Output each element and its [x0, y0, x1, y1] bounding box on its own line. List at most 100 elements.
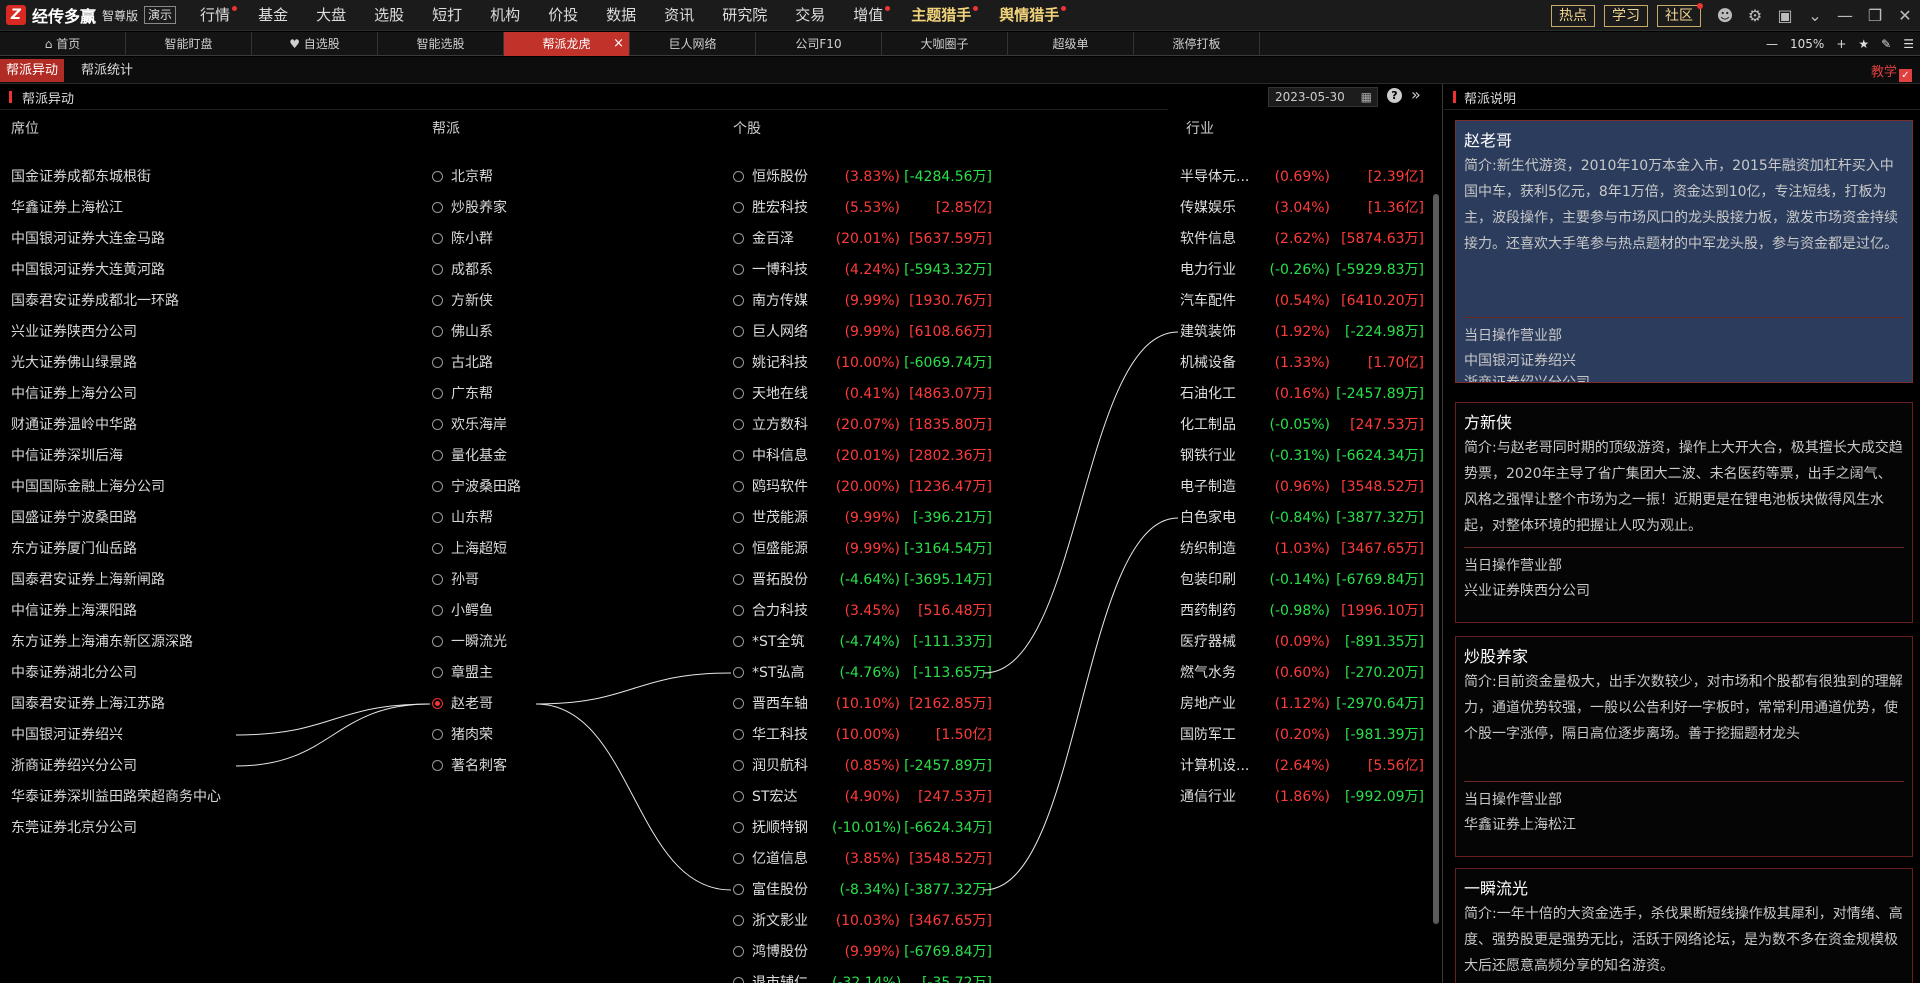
stock-row[interactable]: 胜宏科技 (5.53%) [2.85亿]: [733, 197, 992, 219]
pen-icon[interactable]: ✎: [1881, 37, 1891, 51]
industry-row[interactable]: 汽车配件 (0.54%) [6410.20万]: [1180, 290, 1424, 312]
gang-row[interactable]: 猪肉荣: [432, 724, 493, 746]
radio-button[interactable]: [432, 264, 443, 275]
tab-8[interactable]: 超级单: [1008, 32, 1134, 56]
scrollbar[interactable]: [1433, 194, 1439, 924]
menu-item-6[interactable]: 价投: [534, 0, 592, 31]
radio-button[interactable]: [733, 481, 744, 492]
industry-row[interactable]: 传媒娱乐 (3.04%) [1.36亿]: [1180, 197, 1424, 219]
radio-button[interactable]: [733, 233, 744, 244]
gang-row[interactable]: 宁波桑田路: [432, 476, 521, 498]
radio-button[interactable]: [432, 481, 443, 492]
stock-row[interactable]: 巨人网络 (9.99%) [6108.66万]: [733, 321, 992, 343]
seat-row[interactable]: 中国银河证券绍兴: [11, 724, 123, 746]
radio-button[interactable]: [432, 202, 443, 213]
menu-item-13[interactable]: 舆情猎手: [985, 0, 1073, 31]
radio-button[interactable]: [733, 853, 744, 864]
gang-row[interactable]: 赵老哥: [432, 693, 493, 715]
stock-row[interactable]: ST宏达 (4.90%) [247.53万]: [733, 786, 992, 808]
radio-button[interactable]: [733, 946, 744, 957]
radio-button[interactable]: [733, 419, 744, 430]
gang-row[interactable]: 上海超短: [432, 538, 507, 560]
tab-3[interactable]: 智能选股: [378, 32, 504, 56]
menu-item-8[interactable]: 资讯: [650, 0, 708, 31]
industry-row[interactable]: 房地产业 (1.12%) [-2970.64万]: [1180, 693, 1424, 715]
minimize-icon[interactable]: —: [1830, 0, 1860, 31]
tab-5[interactable]: 巨人网络: [630, 32, 756, 56]
radio-button[interactable]: [733, 977, 744, 983]
gang-row[interactable]: 北京帮: [432, 166, 493, 188]
menu-item-1[interactable]: 基金: [244, 0, 302, 31]
stock-row[interactable]: 鸥玛软件 (20.00%) [1236.47万]: [733, 476, 992, 498]
seat-row[interactable]: 国泰君安证券成都北一环路: [11, 290, 179, 312]
tab-close-icon[interactable]: ×: [613, 32, 624, 56]
gang-row[interactable]: 欢乐海岸: [432, 414, 507, 436]
gang-row[interactable]: 小鳄鱼: [432, 600, 493, 622]
radio-button[interactable]: [733, 822, 744, 833]
radio-button[interactable]: [733, 202, 744, 213]
stock-row[interactable]: 合力科技 (3.45%) [516.48万]: [733, 600, 992, 622]
radio-button[interactable]: [432, 574, 443, 585]
seat-row[interactable]: 国泰君安证券上海江苏路: [11, 693, 165, 715]
industry-row[interactable]: 燃气水务 (0.60%) [-270.20万]: [1180, 662, 1424, 684]
radio-button[interactable]: [432, 729, 443, 740]
seat-row[interactable]: 国泰君安证券上海新闸路: [11, 569, 165, 591]
seat-row[interactable]: 中信证券上海分公司: [11, 383, 137, 405]
seat-row[interactable]: 中国银河证券大连金马路: [11, 228, 165, 250]
demo-button[interactable]: 演示: [144, 6, 177, 24]
seat-row[interactable]: 东方证券上海浦东新区源深路: [11, 631, 193, 653]
teach-button[interactable]: 教学 ✓: [1871, 61, 1912, 82]
industry-row[interactable]: 电子制造 (0.96%) [3548.52万]: [1180, 476, 1424, 498]
seat-row[interactable]: 东方证券厦门仙岳路: [11, 538, 137, 560]
list-icon[interactable]: ☰: [1903, 37, 1914, 51]
stock-row[interactable]: 恒烁股份 (3.83%) [-4284.56万]: [733, 166, 992, 188]
op-branch-name[interactable]: 浙商证券绍兴分公司: [1464, 372, 1590, 382]
gang-row[interactable]: 著名刺客: [432, 755, 507, 777]
chevron-down-icon[interactable]: ⌄: [1800, 0, 1830, 31]
industry-row[interactable]: 计算机设... (2.64%) [5.56亿]: [1180, 755, 1424, 777]
radio-button[interactable]: [733, 264, 744, 275]
stock-row[interactable]: 润贝航科 (0.85%) [-2457.89万]: [733, 755, 992, 777]
industry-row[interactable]: 半导体元... (0.69%) [2.39亿]: [1180, 166, 1424, 188]
community-button[interactable]: 社区: [1657, 2, 1703, 27]
seat-row[interactable]: 国金证券成都东城根街: [11, 166, 151, 188]
seat-row[interactable]: 中泰证券湖北分公司: [11, 662, 137, 684]
seat-row[interactable]: 中国国际金融上海分公司: [11, 476, 165, 498]
menu-item-12[interactable]: 主题猎手: [897, 0, 985, 31]
gang-card[interactable]: 一瞬流光 简介:一年十倍的大资金选手，杀伐果断短线操作极其犀利，对情绪、高度、强势…: [1455, 868, 1913, 983]
stock-row[interactable]: 浙文影业 (10.03%) [3467.65万]: [733, 910, 992, 932]
radio-button[interactable]: [432, 357, 443, 368]
radio-button[interactable]: [733, 605, 744, 616]
menu-item-11[interactable]: 增值: [839, 0, 897, 31]
tab-2[interactable]: ♥ 自选股: [252, 32, 378, 56]
stock-row[interactable]: 姚记科技 (10.00%) [-6069.74万]: [733, 352, 992, 374]
radio-button[interactable]: [733, 791, 744, 802]
menu-item-3[interactable]: 选股: [360, 0, 418, 31]
zoom-out-icon[interactable]: —: [1766, 37, 1778, 51]
industry-row[interactable]: 石油化工 (0.16%) [-2457.89万]: [1180, 383, 1424, 405]
seat-row[interactable]: 中信证券上海溧阳路: [11, 600, 137, 622]
gear-icon[interactable]: ⚙: [1740, 0, 1770, 31]
stock-row[interactable]: *ST弘高 (-4.76%) [-113.65万]: [733, 662, 992, 684]
industry-row[interactable]: 纺织制造 (1.03%) [3467.65万]: [1180, 538, 1424, 560]
industry-row[interactable]: 西药制药 (-0.98%) [1996.10万]: [1180, 600, 1424, 622]
industry-row[interactable]: 医疗器械 (0.09%) [-891.35万]: [1180, 631, 1424, 653]
stock-row[interactable]: 恒盛能源 (9.99%) [-3164.54万]: [733, 538, 992, 560]
seat-row[interactable]: 财通证券温岭中华路: [11, 414, 137, 436]
tab-1[interactable]: 智能盯盘: [126, 32, 252, 56]
industry-row[interactable]: 建筑装饰 (1.92%) [-224.98万]: [1180, 321, 1424, 343]
radio-button[interactable]: [733, 729, 744, 740]
gang-row[interactable]: 广东帮: [432, 383, 493, 405]
menu-item-10[interactable]: 交易: [781, 0, 839, 31]
hot-button[interactable]: 热点: [1551, 4, 1595, 27]
layout-icon[interactable]: ▣: [1770, 0, 1800, 31]
radio-button[interactable]: [733, 574, 744, 585]
seat-row[interactable]: 中信证券深圳后海: [11, 445, 123, 467]
gang-row[interactable]: 佛山系: [432, 321, 493, 343]
stock-row[interactable]: 一博科技 (4.24%) [-5943.32万]: [733, 259, 992, 281]
menu-item-9[interactable]: 研究院: [708, 0, 781, 31]
seat-row[interactable]: 华鑫证券上海松江: [11, 197, 123, 219]
radio-button[interactable]: [733, 295, 744, 306]
tab-6[interactable]: 公司F10: [756, 32, 882, 56]
menu-item-2[interactable]: 大盘: [302, 0, 360, 31]
